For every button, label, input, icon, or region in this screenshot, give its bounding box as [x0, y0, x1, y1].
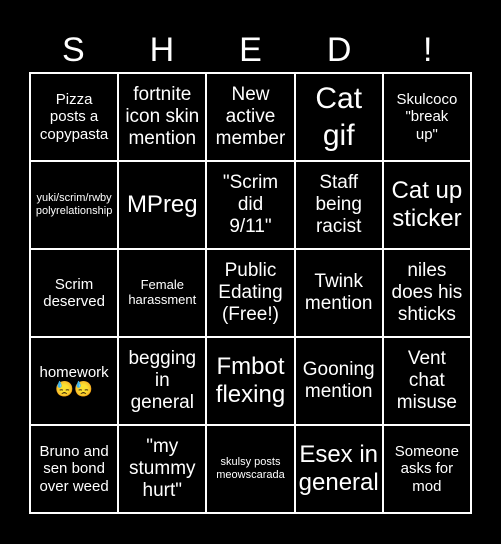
bingo-cell[interactable]: Public Edating (Free!) [207, 250, 294, 336]
bingo-cell[interactable]: Staff being racist [295, 162, 382, 248]
bingo-header: S H E D ! [29, 28, 472, 72]
bingo-cell[interactable]: skulsy posts meowscarada [207, 426, 294, 512]
bingo-cell-text: Female harassment [128, 277, 197, 307]
bingo-cell-text: yuki/scrim/rwby polyrelationship [35, 192, 113, 217]
bingo-cell[interactable]: "my stummy hurt" [119, 426, 206, 512]
bingo-cell-text: Gooning mention [302, 359, 375, 402]
bingo-cell[interactable]: Cat up sticker [383, 162, 470, 248]
bingo-cell[interactable]: yuki/scrim/rwby polyrelationship [31, 162, 118, 248]
bingo-cell[interactable]: New active member [207, 74, 294, 160]
bingo-cell[interactable]: Scrim deserved [31, 250, 118, 336]
bingo-cell-text: Cat gif [315, 81, 363, 153]
bingo-cell[interactable]: homework 😓😓 [31, 338, 118, 424]
bingo-cell[interactable]: MPreg [119, 162, 206, 248]
bingo-cell-text: Someone asks for mod [394, 443, 459, 495]
bingo-cell-text: Scrim deserved [43, 275, 105, 310]
bingo-cell-text: Pizza posts a copypasta [39, 91, 109, 143]
bingo-cell-text: MPreg [126, 191, 198, 219]
header-letter: H [149, 31, 175, 69]
bingo-cell[interactable]: Bruno and sen bond over weed [31, 426, 118, 512]
bingo-cell[interactable]: Esex in general [295, 426, 382, 512]
bingo-cell-text: "Scrim did 9/11" [222, 172, 279, 237]
bingo-cell-text: fortnite icon skin mention [125, 84, 200, 149]
bingo-cell[interactable]: "Scrim did 9/11" [207, 162, 294, 248]
header-letter: E [239, 31, 262, 69]
bingo-cell[interactable]: Skulcoco "break up" [383, 74, 470, 160]
header-letter: ! [422, 31, 433, 69]
bingo-cell[interactable]: niles does his shticks [383, 250, 470, 336]
bingo-cell-text: Cat up sticker [391, 177, 463, 232]
bingo-cell-text: homework 😓😓 [39, 363, 109, 398]
bingo-cell[interactable]: fortnite icon skin mention [119, 74, 206, 160]
bingo-cell-text: Fmbot flexing [215, 353, 286, 408]
bingo-cell-text: niles does his shticks [391, 260, 463, 325]
bingo-cell-text: skulsy posts meowscarada [216, 456, 285, 481]
bingo-cell[interactable]: Twink mention [295, 250, 382, 336]
bingo-cell-text: begging in general [128, 348, 197, 413]
bingo-cell[interactable]: Vent chat misuse [383, 338, 470, 424]
bingo-cell[interactable]: Pizza posts a copypasta [31, 74, 118, 160]
bingo-cell-text: Twink mention [304, 271, 373, 314]
bingo-cell[interactable]: begging in general [119, 338, 206, 424]
bingo-cell[interactable]: Female harassment [119, 250, 206, 336]
bingo-cell-text: Esex in general [298, 441, 379, 496]
bingo-cell-text: Bruno and sen bond over weed [39, 443, 109, 495]
bingo-cell-text: Public Edating (Free!) [218, 260, 283, 325]
header-letter: S [61, 31, 85, 69]
bingo-cell[interactable]: Cat gif [295, 74, 382, 160]
bingo-cell[interactable]: Someone asks for mod [383, 426, 470, 512]
bingo-cell[interactable]: Gooning mention [295, 338, 382, 424]
bingo-cell-text: New active member [215, 84, 286, 149]
bingo-cell-text: Skulcoco "break up" [396, 91, 458, 143]
bingo-cell-text: Vent chat misuse [396, 348, 457, 413]
bingo-cell-text: "my stummy hurt" [129, 436, 196, 501]
bingo-grid: Pizza posts a copypasta fortnite icon ski… [29, 72, 472, 514]
bingo-cell[interactable]: Fmbot flexing [207, 338, 294, 424]
header-letter: D [326, 31, 352, 69]
bingo-cell-text: Staff being racist [315, 172, 362, 237]
